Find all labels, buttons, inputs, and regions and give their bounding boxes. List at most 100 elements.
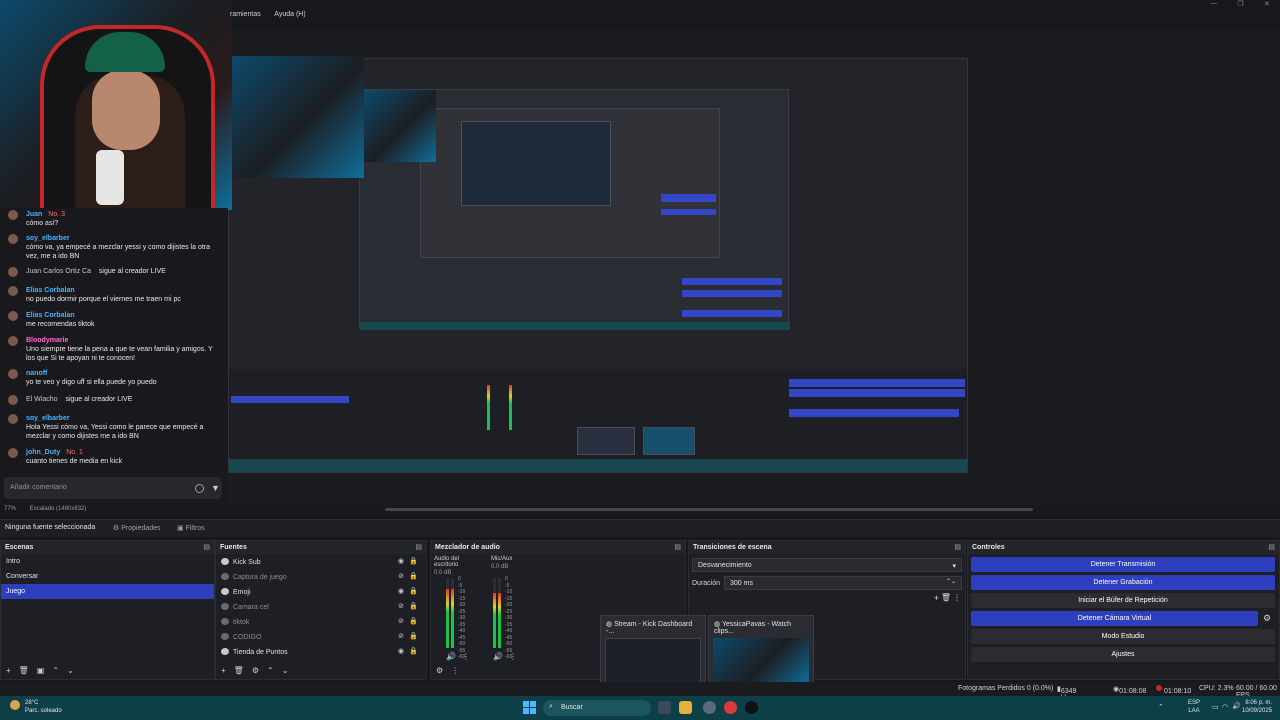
lock-icon[interactable]: 🔒: [409, 587, 418, 595]
advanced-audio-icon[interactable]: ⚙: [436, 666, 443, 675]
stop-virtual-camera-button[interactable]: Detener Cámara Virtual: [971, 611, 1258, 626]
filter-icon[interactable]: ▣: [37, 666, 45, 675]
nested-control: [682, 290, 782, 297]
gear-icon[interactable]: ⚙: [1263, 613, 1271, 624]
duration-input[interactable]: 300 ms ⌃⌄: [724, 576, 962, 590]
more-icon[interactable]: ⋮: [462, 652, 470, 661]
filters-button[interactable]: ▣ Filtros: [177, 524, 205, 532]
source-item[interactable]: CODIGO ⊘ 🔒: [216, 629, 426, 644]
studio-mode-button[interactable]: Modo Estudio: [971, 629, 1275, 644]
windows-start-icon[interactable]: [523, 701, 536, 714]
close-button[interactable]: ✕: [1264, 0, 1270, 10]
up-arrow-icon[interactable]: ⌃: [267, 666, 274, 675]
eye-hidden-icon[interactable]: ⊘: [398, 602, 404, 610]
maximize-button[interactable]: ❐: [1237, 0, 1243, 10]
eye-hidden-icon[interactable]: ⊘: [398, 617, 404, 625]
battery-icon[interactable]: ▭: [1212, 703, 1219, 711]
dock-options-icon[interactable]: ▤: [674, 543, 681, 551]
add-icon[interactable]: +: [221, 666, 226, 675]
network-icon[interactable]: ◠: [1222, 703, 1228, 711]
weather-widget[interactable]: 28°C Parc. soleado: [25, 699, 62, 715]
horizontal-scrollbar[interactable]: [385, 508, 1033, 511]
obs-icon[interactable]: [703, 701, 716, 714]
down-arrow-icon[interactable]: ⌄: [282, 666, 289, 675]
chevron-down-icon: ▾: [952, 563, 956, 570]
eye-icon[interactable]: ◉: [398, 647, 404, 655]
scene-item[interactable]: Conversar: [1, 569, 214, 584]
stop-stream-button[interactable]: Detener Transmisión: [971, 557, 1275, 572]
scene-item[interactable]: Intro: [1, 554, 214, 569]
add-icon[interactable]: +: [6, 666, 11, 675]
up-arrow-icon[interactable]: ⌃: [52, 666, 59, 675]
add-icon[interactable]: +: [934, 593, 939, 603]
speaker-icon[interactable]: 🔊: [446, 652, 456, 661]
minimize-button[interactable]: —: [1210, 0, 1217, 10]
file-explorer-icon[interactable]: [679, 701, 692, 714]
source-item[interactable]: Captura de juego ⊘ 🔒: [216, 569, 426, 584]
volume-icon[interactable]: 🔊: [1232, 702, 1241, 710]
taskbar-thumbnail[interactable]: ◍ YessicaPavas - Watch clips...: [708, 615, 814, 689]
chat-username: Elias Corbalan: [26, 312, 75, 319]
rec-timer: 01:08:10: [1156, 685, 1191, 695]
dock-options-icon[interactable]: ▤: [415, 543, 422, 551]
task-view-icon[interactable]: [658, 701, 671, 714]
source-item[interactable]: Emoji ◉ 🔒: [216, 584, 426, 599]
language-indicator[interactable]: ESP LAA: [1188, 699, 1200, 715]
gear-icon[interactable]: ⚙: [252, 666, 259, 675]
stepper-icon[interactable]: ⌃⌄: [946, 578, 956, 585]
down-arrow-icon[interactable]: ⌄: [67, 666, 74, 675]
dock-options-icon[interactable]: ▤: [1268, 543, 1275, 551]
tray-chevron-icon[interactable]: ⌃: [1158, 703, 1164, 711]
scene-item-selected[interactable]: Juego: [1, 584, 214, 599]
dock-options-icon[interactable]: ▤: [954, 543, 961, 551]
chat-message: john_Duty No. 1 cuanto tienes de media e…: [8, 448, 223, 466]
emoji-icon[interactable]: [195, 484, 204, 493]
more-icon[interactable]: ⋮: [953, 593, 961, 602]
source-item[interactable]: Tienda de Puntos ◉ 🔒: [216, 644, 426, 659]
eye-icon[interactable]: ◉: [398, 587, 404, 595]
trash-icon[interactable]: 🗑: [234, 666, 244, 675]
properties-button[interactable]: ⚙ Propiedades: [113, 524, 161, 532]
menu-help[interactable]: Ayuda (H): [274, 11, 305, 18]
source-item[interactable]: Camara cel ⊘ 🔒: [216, 599, 426, 614]
nested-scene-selected: [231, 396, 349, 403]
speaker-icon[interactable]: 🔊: [493, 652, 503, 661]
microphone: [96, 150, 124, 205]
menu-tools[interactable]: ramientas: [230, 11, 261, 18]
eye-hidden-icon[interactable]: ⊘: [398, 572, 404, 580]
trash-icon[interactable]: 🗑: [19, 666, 29, 675]
lock-icon[interactable]: 🔒: [409, 632, 418, 640]
db-tick: -40: [505, 628, 513, 634]
weather-icon[interactable]: [10, 700, 20, 710]
lock-icon[interactable]: 🔒: [409, 602, 418, 610]
more-icon[interactable]: ⋮: [451, 666, 459, 675]
db-tick: -20: [505, 602, 513, 608]
eye-icon[interactable]: ◉: [398, 557, 404, 565]
clock[interactable]: 8:06 p. m. 10/09/2025: [1242, 699, 1272, 715]
scenes-dock: Escenas ▤ Intro Conversar Juego + 🗑 ▣ ⌃ ⌄: [0, 540, 215, 680]
stop-recording-button[interactable]: Detener Grabación: [971, 575, 1275, 590]
lock-icon[interactable]: 🔒: [409, 647, 418, 655]
lock-icon[interactable]: 🔒: [409, 572, 418, 580]
tiktok-icon[interactable]: [745, 701, 758, 714]
source-item[interactable]: Kick Sub ◉ 🔒: [216, 554, 426, 569]
taskbar-search[interactable]: ⌕ Buscar: [543, 700, 651, 716]
zoom-level[interactable]: 77%: [4, 506, 16, 512]
settings-button[interactable]: Ajustes: [971, 647, 1275, 662]
chat-input[interactable]: Añadir comentario: [4, 477, 222, 499]
more-icon[interactable]: ⋮: [509, 652, 517, 661]
eye-hidden-icon[interactable]: ⊘: [398, 632, 404, 640]
scale-label[interactable]: Escalado (1480x832): [30, 506, 87, 512]
avatar: [8, 234, 18, 244]
taskbar-thumbnail[interactable]: ◍ Stream - Kick Dashboard -...: [600, 615, 706, 689]
mixer-dock-title: Mezclador de audio ▤: [431, 541, 685, 554]
replay-buffer-button[interactable]: Iniciar el Búfer de Repetición: [971, 593, 1275, 608]
dock-options-icon[interactable]: ▤: [203, 543, 210, 551]
lock-icon[interactable]: 🔒: [409, 557, 418, 565]
source-item[interactable]: tiktok ⊘ 🔒: [216, 614, 426, 629]
lock-icon[interactable]: 🔒: [409, 617, 418, 625]
send-icon[interactable]: ▼: [211, 483, 220, 493]
trash-icon[interactable]: 🗑: [941, 593, 951, 602]
transition-select[interactable]: Desvanecimiento ▾: [692, 558, 962, 572]
chrome-icon[interactable]: [724, 701, 737, 714]
